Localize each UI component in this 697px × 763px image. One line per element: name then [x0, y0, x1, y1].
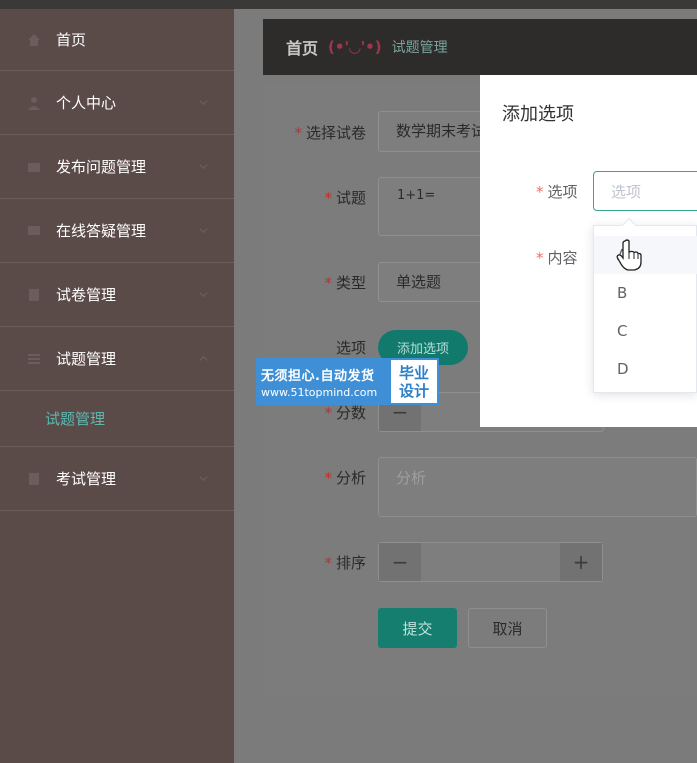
chevron-down-icon — [199, 475, 208, 481]
watermark-slogan: 无须担心.自动发货 — [261, 368, 375, 384]
order-label: * 排序 — [324, 554, 366, 572]
sidebar-item-exam-management[interactable]: 考试管理 — [0, 447, 234, 511]
order-decrease-button[interactable]: − — [379, 543, 421, 581]
option-dropdown: A B C D — [593, 217, 697, 393]
order-stepper[interactable]: − + — [378, 542, 603, 582]
paper-icon — [29, 288, 39, 301]
chevron-down-icon — [199, 99, 208, 105]
type-select[interactable]: 单选题 — [378, 262, 488, 302]
dialog-option-select[interactable]: 选项 — [593, 171, 697, 211]
home-icon — [28, 33, 40, 46]
type-label: * 类型 — [324, 274, 366, 292]
question-label: * 试题 — [324, 189, 366, 207]
sidebar-subitem-label: 试题管理 — [45, 410, 106, 428]
score-label: * 分数 — [324, 404, 366, 422]
options-label: 选项 — [335, 339, 366, 357]
list-icon — [28, 353, 40, 364]
sidebar-item-label: 考试管理 — [56, 470, 117, 488]
order-increase-button[interactable]: + — [560, 543, 602, 581]
sidebar-item-publish-questions[interactable]: 发布问题管理 — [0, 135, 234, 199]
sidebar-item-label: 在线答疑管理 — [56, 222, 147, 240]
dialog-title: 添加选项 — [502, 104, 574, 125]
user-icon — [28, 96, 40, 110]
chevron-down-icon — [199, 291, 208, 297]
paper-select[interactable]: 数学期末考试 — [378, 111, 488, 152]
breadcrumb-emoticon: (•'◡'•) — [328, 38, 382, 56]
submit-button[interactable]: 提交 — [378, 608, 457, 648]
chevron-down-icon — [199, 163, 208, 169]
cancel-button[interactable]: 取消 — [468, 608, 547, 648]
sidebar-item-home[interactable]: 首页 — [0, 9, 234, 71]
sidebar-subitem-question-management[interactable]: 试题管理 — [0, 391, 234, 447]
exam-icon — [29, 472, 39, 485]
chevron-down-icon — [199, 227, 208, 233]
breadcrumb-home[interactable]: 首页 — [286, 35, 318, 59]
analysis-textarea[interactable]: 分析 — [378, 457, 697, 517]
chat-icon — [28, 225, 40, 235]
sidebar-item-online-qa[interactable]: 在线答疑管理 — [0, 199, 234, 263]
sidebar-item-label: 发布问题管理 — [56, 158, 147, 176]
sidebar-item-label: 个人中心 — [56, 94, 117, 112]
paper-label: * 选择试卷 — [294, 124, 366, 142]
hand-cursor-icon — [616, 239, 642, 271]
dropdown-option-a[interactable]: A — [594, 236, 697, 274]
dropdown-option-d[interactable]: D — [594, 350, 697, 388]
sidebar-item-label: 试卷管理 — [56, 286, 117, 304]
watermark-banner: 无须担心.自动发货 www.51topmind.com 毕业 设计 — [256, 358, 439, 405]
dropdown-option-c[interactable]: C — [594, 312, 697, 350]
dialog-content-label: * 内容 — [536, 249, 578, 267]
question-textarea[interactable]: 1+1= — [378, 177, 488, 236]
chevron-up-icon — [199, 355, 208, 361]
sidebar-item-label: 首页 — [56, 31, 87, 49]
breadcrumb: 首页 (•'◡'•) 试题管理 — [263, 19, 697, 75]
watermark-url: www.51topmind.com — [261, 385, 378, 399]
dialog-option-label: * 选项 — [536, 183, 578, 201]
watermark-badge: 毕业 设计 — [391, 360, 437, 403]
sidebar-item-question-management[interactable]: 试题管理 — [0, 327, 234, 391]
sidebar-item-paper-management[interactable]: 试卷管理 — [0, 263, 234, 327]
sidebar: 首页 个人中心 发布问题管理 在线答疑管理 试卷管理 试题管理 试题管理 考试管… — [0, 9, 234, 763]
sidebar-item-label: 试题管理 — [56, 350, 117, 368]
dropdown-option-b[interactable]: B — [594, 274, 697, 312]
analysis-label: * 分析 — [324, 469, 366, 487]
top-bar — [0, 0, 697, 9]
breadcrumb-current: 试题管理 — [391, 40, 448, 56]
folder-icon — [28, 162, 40, 172]
sidebar-item-profile[interactable]: 个人中心 — [0, 71, 234, 135]
